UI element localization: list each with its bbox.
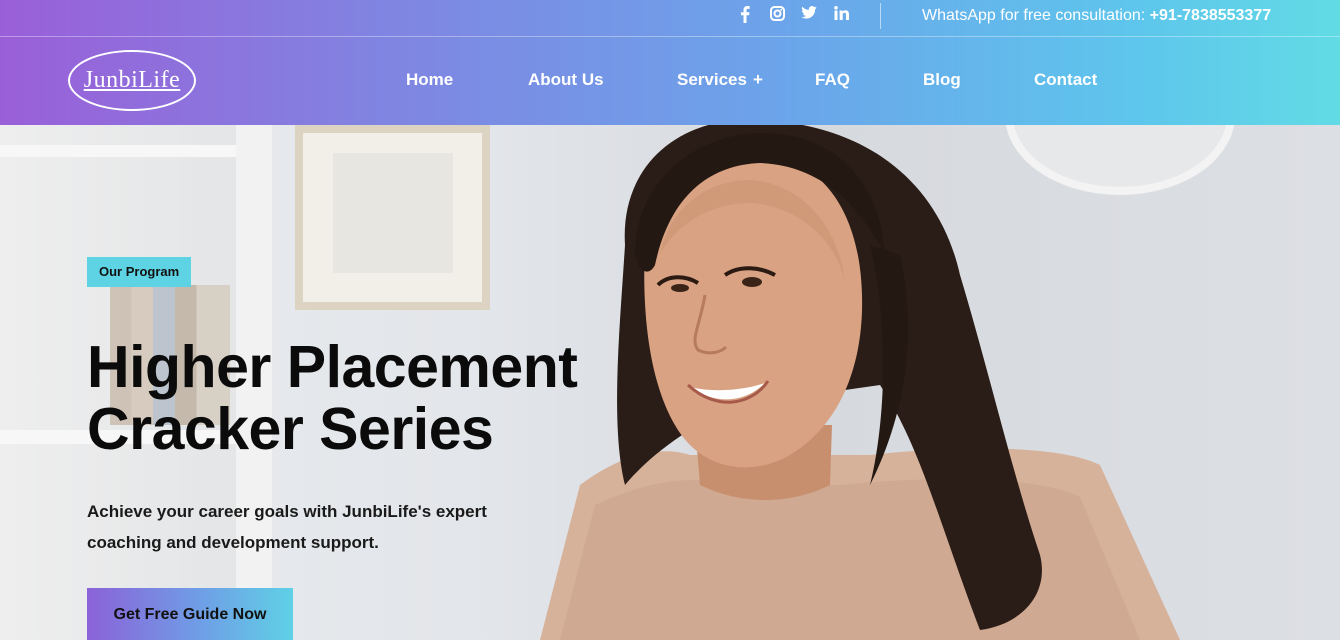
background-shelf-board [0,145,250,157]
main-nav: Home About Us Services + FAQ Blog Contact [0,70,1340,94]
hero-description-line2: coaching and development support. [87,533,379,552]
facebook-icon [740,6,750,23]
nav-services[interactable]: Services + [677,70,763,90]
get-free-guide-button[interactable]: Get Free Guide Now [87,588,293,640]
nav-services-label: Services [677,70,747,89]
whatsapp-text: WhatsApp for free consultation: [922,7,1150,24]
linkedin-link[interactable] [825,6,857,26]
nav-blog[interactable]: Blog [923,70,961,90]
whatsapp-number[interactable]: +91-7838553377 [1150,7,1271,24]
instagram-icon [769,6,785,21]
hero-section: Our Program Higher Placement Cracker Ser… [0,125,1340,640]
instagram-link[interactable] [761,6,793,26]
hero-headline: Higher Placement Cracker Series [87,336,647,460]
program-tag: Our Program [87,257,192,287]
linkedin-icon [833,6,849,20]
nav-about-us[interactable]: About Us [528,70,604,90]
twitter-icon [801,6,817,19]
submenu-plus-icon: + [752,70,763,89]
facebook-link[interactable] [729,6,761,26]
topbar-divider [880,3,881,29]
social-links [729,6,857,26]
top-bar: WhatsApp for free consultation: +91-7838… [0,0,1340,37]
hero-headline-line2: Cracker Series [87,396,494,462]
nav-home[interactable]: Home [406,70,453,90]
hero-description-line1: Achieve your career goals with JunbiLife… [87,502,487,521]
hero-content: Our Program Higher Placement Cracker Ser… [87,257,647,640]
nav-contact[interactable]: Contact [1034,70,1097,90]
nav-faq[interactable]: FAQ [815,70,850,90]
hero-headline-line1: Higher Placement [87,334,578,400]
twitter-link[interactable] [793,6,825,26]
site-header: WhatsApp for free consultation: +91-7838… [0,0,1340,125]
hero-description: Achieve your career goals with JunbiLife… [87,496,507,558]
whatsapp-consultation[interactable]: WhatsApp for free consultation: +91-7838… [922,7,1271,25]
